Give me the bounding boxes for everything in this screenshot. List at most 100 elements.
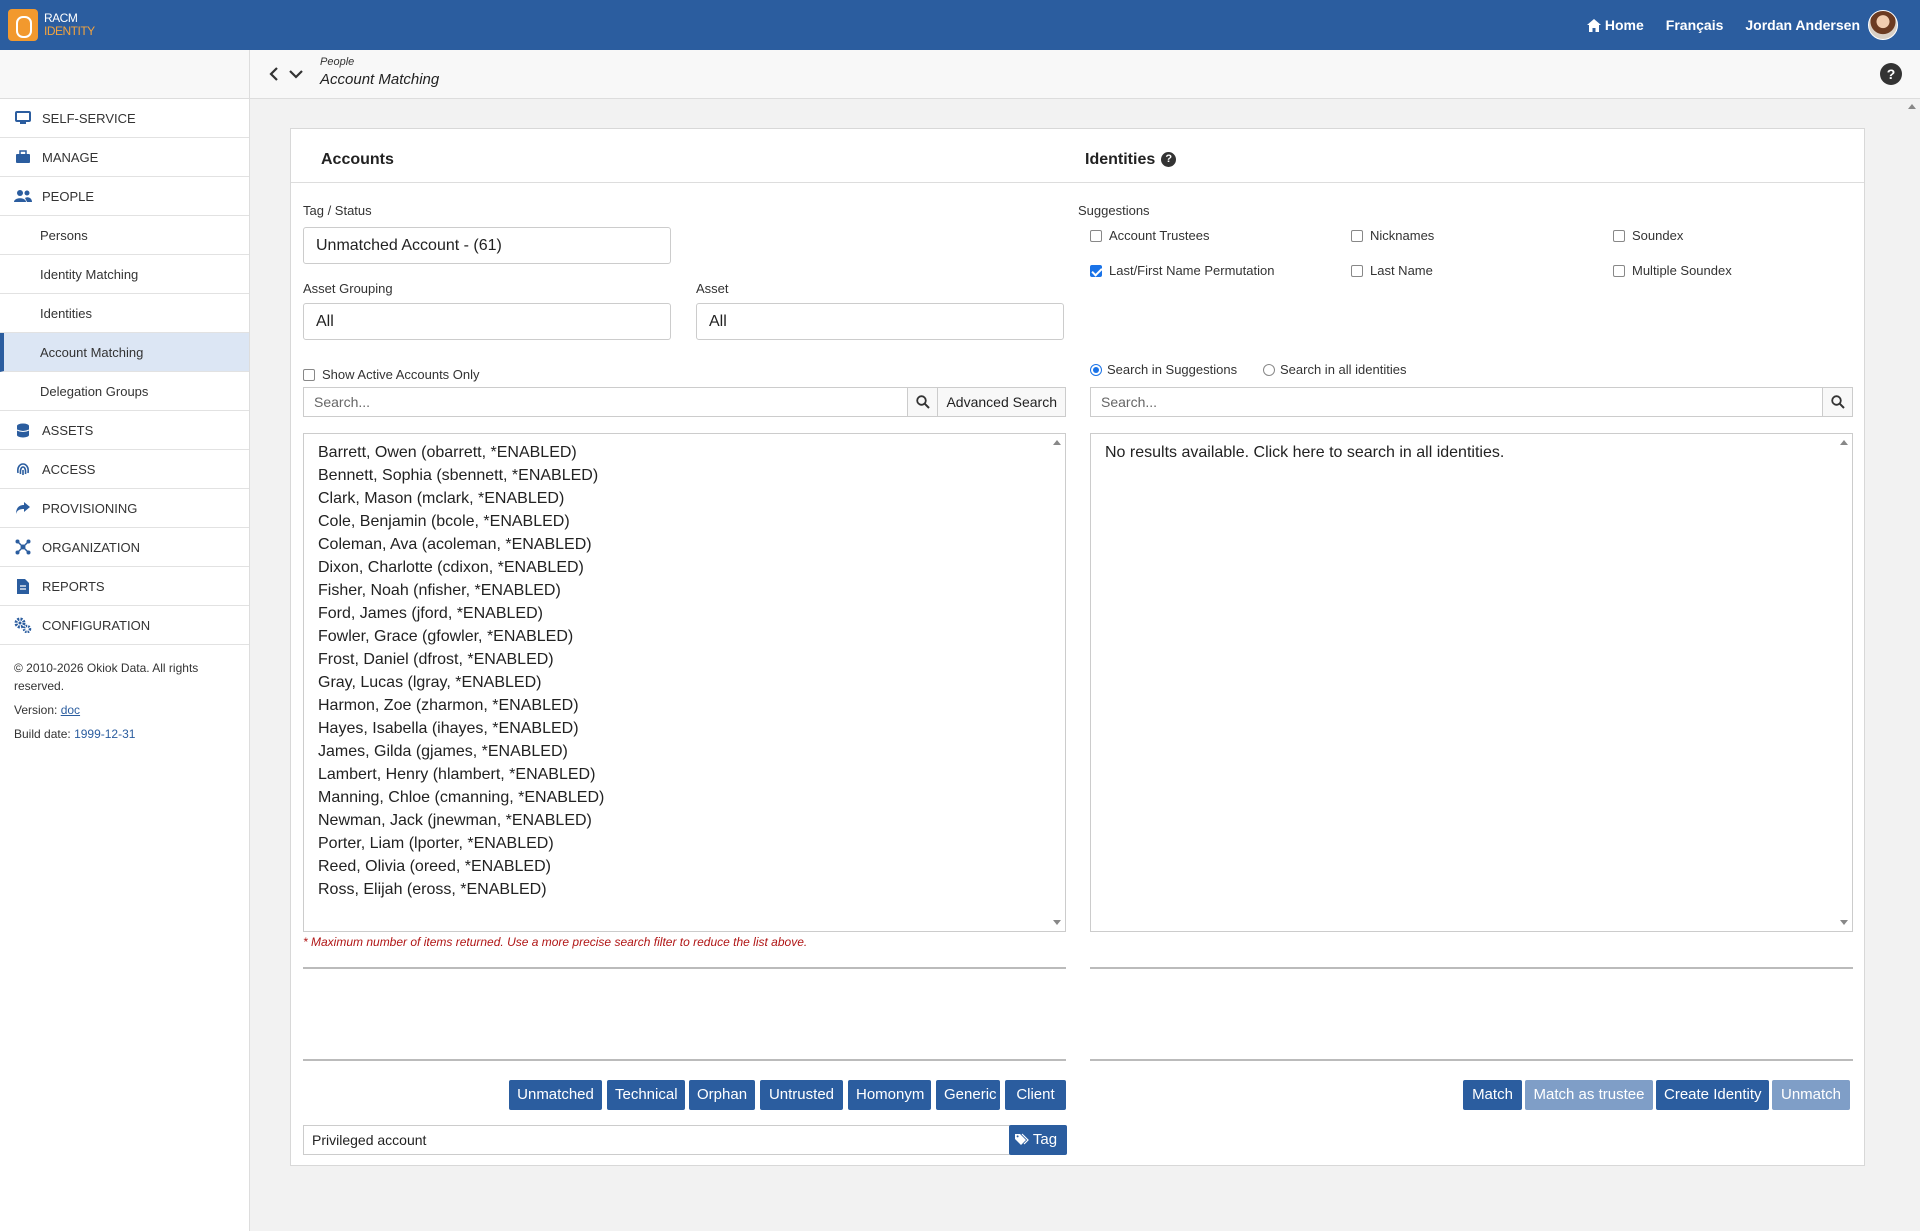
match-as-trustee-button[interactable]: Match as trustee (1525, 1080, 1653, 1110)
identities-search-button[interactable] (1822, 388, 1852, 416)
list-item[interactable]: Newman, Jack (jnewman, *ENABLED) (318, 809, 1065, 832)
list-item[interactable]: Fisher, Noah (nfisher, *ENABLED) (318, 579, 1065, 602)
sidebar-item-identities[interactable]: Identities (0, 294, 249, 333)
language-link[interactable]: Français (1666, 17, 1724, 33)
advanced-search-button[interactable]: Advanced Search (937, 388, 1065, 416)
list-item[interactable]: Clark, Mason (mclark, *ENABLED) (318, 487, 1065, 510)
tag-orphan-button[interactable]: Orphan (689, 1080, 755, 1110)
suggestion-soundex-checkbox[interactable]: Soundex (1613, 228, 1683, 243)
accounts-title: Accounts (321, 151, 394, 168)
identities-search-input[interactable]: Search... (1091, 388, 1822, 416)
tag-unmatched-button[interactable]: Unmatched (509, 1080, 602, 1110)
suggestion-nicknames-checkbox[interactable]: Nicknames (1351, 228, 1434, 243)
tag-technical-button[interactable]: Technical (607, 1080, 685, 1110)
build-row: Build date: 1999-12-31 (14, 727, 136, 741)
sidebar-item-configuration[interactable]: CONFIGURATION (0, 606, 249, 645)
sidebar-item-organization[interactable]: ORGANIZATION (0, 528, 249, 567)
list-item[interactable]: Harmon, Zoe (zharmon, *ENABLED) (318, 694, 1065, 717)
list-item[interactable]: Manning, Chloe (cmanning, *ENABLED) (318, 786, 1065, 809)
scroll-up-arrow[interactable] (1840, 440, 1848, 445)
sidebar-item-label: ORGANIZATION (42, 539, 140, 555)
top-bar: RACM IDENTITY Home Français Jordan Ander… (0, 0, 1920, 50)
sidebar-item-self-service[interactable]: SELF-SERVICE (0, 99, 249, 138)
tag-homonym-button[interactable]: Homonym (848, 1080, 931, 1110)
sidebar-item-people[interactable]: PEOPLE (0, 177, 249, 216)
sidebar-item-access[interactable]: ACCESS (0, 450, 249, 489)
avatar (1868, 10, 1898, 40)
page-scroll-up[interactable] (1908, 104, 1916, 109)
breadcrumb: People Account Matching (320, 56, 439, 88)
monitor-icon (14, 110, 32, 126)
accounts-search-button[interactable] (907, 388, 938, 416)
logo[interactable]: RACM IDENTITY (8, 9, 95, 41)
sidebar-item-assets[interactable]: ASSETS (0, 411, 249, 450)
back-icon[interactable] (268, 66, 280, 82)
sidebar-item-account-matching[interactable]: Account Matching (0, 333, 249, 372)
help-icon[interactable]: ? (1880, 63, 1902, 85)
sidebar-item-identity-matching[interactable]: Identity Matching (0, 255, 249, 294)
list-item[interactable]: Frost, Daniel (dfrost, *ENABLED) (318, 648, 1065, 671)
question-icon[interactable]: ? (1161, 152, 1177, 168)
sidebar: SELF-SERVICE MANAGE PEOPLE Persons Ident… (0, 50, 250, 1231)
list-item[interactable]: Hayes, Isabella (ihayes, *ENABLED) (318, 717, 1065, 740)
tag-status-select[interactable]: Unmatched Account - (61) (303, 227, 671, 264)
accounts-list[interactable]: Barrett, Owen (obarrett, *ENABLED) Bennet… (303, 433, 1066, 932)
briefcase-icon (14, 149, 32, 165)
no-results-link[interactable]: No results available. Click here to sear… (1105, 441, 1852, 464)
suggestion-account-trustees-checkbox[interactable]: Account Trustees (1090, 228, 1209, 243)
list-item[interactable]: Gray, Lucas (lgray, *ENABLED) (318, 671, 1065, 694)
list-item[interactable]: Porter, Liam (lporter, *ENABLED) (318, 832, 1065, 855)
user-menu[interactable]: Jordan Andersen (1745, 10, 1898, 40)
sidebar-footer: © 2010-2026 Okiok Data. All rights reser… (0, 645, 249, 763)
scroll-up-arrow[interactable] (1053, 440, 1061, 445)
list-item[interactable]: James, Gilda (gjames, *ENABLED) (318, 740, 1065, 763)
sidebar-item-delegation-groups[interactable]: Delegation Groups (0, 372, 249, 411)
sidebar-item-manage[interactable]: MANAGE (0, 138, 249, 177)
identities-list[interactable]: No results available. Click here to sear… (1090, 433, 1853, 932)
suggestion-name-permutation-checkbox[interactable]: Last/First Name Permutation (1090, 263, 1274, 278)
home-link[interactable]: Home (1586, 17, 1644, 33)
version-link[interactable]: doc (61, 703, 80, 717)
gears-icon (14, 617, 32, 633)
list-item[interactable]: Coleman, Ava (acoleman, *ENABLED) (318, 533, 1065, 556)
sidebar-item-provisioning[interactable]: PROVISIONING (0, 489, 249, 528)
asset-grouping-select[interactable]: All (303, 303, 671, 340)
unmatch-button[interactable]: Unmatch (1772, 1080, 1850, 1110)
match-button[interactable]: Match (1463, 1080, 1522, 1110)
list-item[interactable]: Cole, Benjamin (bcole, *ENABLED) (318, 510, 1065, 533)
list-item[interactable]: Barrett, Owen (obarrett, *ENABLED) (318, 441, 1065, 464)
tag-button[interactable]: Tag (1009, 1125, 1067, 1155)
radio-search-suggestions[interactable]: Search in Suggestions (1090, 362, 1237, 377)
chevron-down-icon[interactable] (288, 66, 304, 82)
list-item[interactable]: Ford, James (jford, *ENABLED) (318, 602, 1065, 625)
list-item[interactable]: Dixon, Charlotte (cdixon, *ENABLED) (318, 556, 1065, 579)
tag-status-label: Tag / Status (303, 203, 372, 218)
suggestion-last-name-checkbox[interactable]: Last Name (1351, 263, 1433, 278)
sidebar-item-label: ASSETS (42, 422, 94, 438)
list-item[interactable]: Lambert, Henry (hlambert, *ENABLED) (318, 763, 1065, 786)
scroll-down-arrow[interactable] (1053, 920, 1061, 925)
search-icon (916, 395, 930, 409)
suggestion-multiple-soundex-checkbox[interactable]: Multiple Soundex (1613, 263, 1732, 278)
sidebar-item-reports[interactable]: REPORTS (0, 567, 249, 606)
sidebar-item-persons[interactable]: Persons (0, 216, 249, 255)
tag-input[interactable]: Privileged account (303, 1125, 1010, 1155)
page-title: Account Matching (320, 71, 440, 88)
list-item[interactable]: Ross, Elijah (eross, *ENABLED) (318, 878, 1065, 901)
scroll-down-arrow[interactable] (1840, 920, 1848, 925)
tag-client-button[interactable]: Client (1005, 1080, 1066, 1110)
radio-search-all[interactable]: Search in all identities (1263, 362, 1406, 377)
list-item[interactable]: Fowler, Grace (gfowler, *ENABLED) (318, 625, 1065, 648)
list-item[interactable]: Bennett, Sophia (sbennett, *ENABLED) (318, 464, 1065, 487)
sidebar-item-label: MANAGE (42, 149, 99, 165)
breadcrumb-section[interactable]: People (320, 56, 439, 68)
tag-untrusted-button[interactable]: Untrusted (760, 1080, 843, 1110)
asset-select[interactable]: All (696, 303, 1064, 340)
accounts-search-input[interactable]: Search... (304, 388, 907, 416)
list-item[interactable]: Reed, Olivia (oreed, *ENABLED) (318, 855, 1065, 878)
create-identity-button[interactable]: Create Identity (1656, 1080, 1769, 1110)
tags-icon (1015, 1133, 1029, 1145)
active-only-checkbox[interactable]: Show Active Accounts Only (303, 367, 480, 382)
asset-grouping-label: Asset Grouping (303, 281, 393, 296)
tag-generic-button[interactable]: Generic (936, 1080, 1000, 1110)
